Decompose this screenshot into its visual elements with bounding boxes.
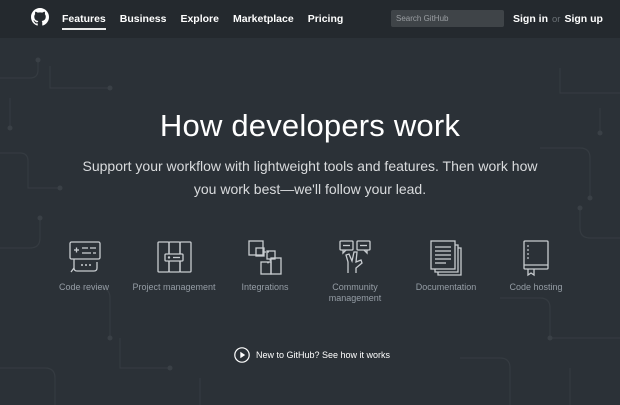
auth-links: Sign in or Sign up (513, 0, 603, 38)
feature-label: Community management (328, 282, 382, 303)
sign-up-link[interactable]: Sign up (564, 13, 603, 25)
nav-features[interactable]: Features (62, 0, 106, 38)
feature-documentation[interactable]: Documentation (401, 238, 491, 293)
feature-label: Integrations (241, 282, 289, 292)
feature-code-hosting[interactable]: Code hosting (491, 238, 581, 293)
feature-project-management[interactable]: Project management (129, 238, 219, 293)
documentation-icon (430, 240, 462, 276)
feature-label: Code review (58, 282, 110, 292)
integrations-icon (248, 240, 282, 275)
or-separator: or (552, 13, 561, 25)
community-management-icon (339, 240, 371, 273)
site-header: Features Business Explore Marketplace Pr… (0, 0, 620, 38)
github-logo-icon[interactable] (31, 8, 49, 26)
feature-label: Project management (132, 282, 216, 292)
feature-integrations[interactable]: Integrations (220, 238, 310, 293)
sign-in-link[interactable]: Sign in (513, 13, 548, 25)
video-link-text: New to GitHub? See how it works (256, 350, 391, 360)
hero-subtitle: Support your workflow with lightweight t… (82, 158, 538, 197)
search-input[interactable] (391, 10, 504, 27)
code-review-icon (69, 241, 101, 273)
see-how-it-works-link[interactable]: New to GitHub? See how it works (234, 347, 390, 363)
nav-pricing[interactable]: Pricing (308, 0, 344, 38)
feature-community-management[interactable]: Community management (310, 238, 400, 304)
feature-label: Code hosting (509, 282, 563, 292)
main-nav: Features Business Explore Marketplace Pr… (62, 0, 357, 38)
project-management-icon (157, 241, 192, 273)
feature-code-review[interactable]: Code review (39, 238, 129, 293)
nav-marketplace[interactable]: Marketplace (233, 0, 294, 38)
code-hosting-icon (523, 240, 549, 277)
nav-explore[interactable]: Explore (180, 0, 219, 38)
feature-label: Documentation (415, 282, 477, 292)
nav-business[interactable]: Business (120, 0, 167, 38)
play-icon (234, 347, 250, 363)
hero-title: How developers work (159, 108, 461, 143)
feature-list: Code review Project management Integrati… (0, 238, 620, 318)
